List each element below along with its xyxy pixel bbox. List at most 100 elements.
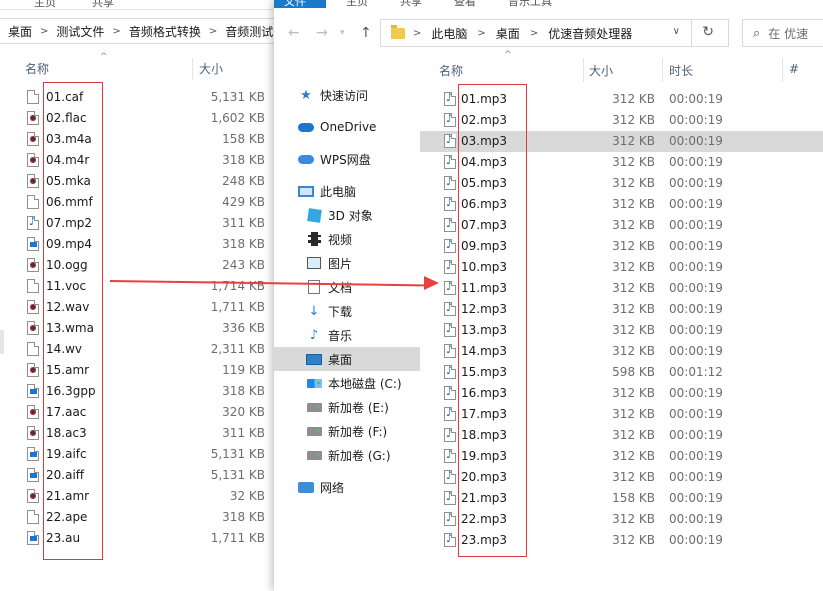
- file-name: 21.mp3: [461, 491, 508, 505]
- column-name[interactable]: 名称: [25, 60, 49, 77]
- file-row[interactable]: 18.mp3 312 KB 00:00:19: [420, 425, 823, 446]
- file-row[interactable]: 06.mp3 312 KB 00:00:19: [420, 194, 823, 215]
- file-row[interactable]: 06.mmf 429 KB: [0, 192, 290, 213]
- column-name[interactable]: 名称: [439, 62, 463, 79]
- ribbon-tab-share[interactable]: 共享: [400, 0, 422, 9]
- file-row[interactable]: 12.mp3 312 KB 00:00:19: [420, 299, 823, 320]
- file-row[interactable]: 11.mp3 312 KB 00:00:19: [420, 278, 823, 299]
- nav-item[interactable]: 新加卷 (E:): [274, 395, 420, 419]
- nav-item[interactable]: OneDrive: [274, 115, 420, 139]
- breadcrumb-test-files[interactable]: 测试文件: [56, 23, 104, 40]
- forward-arrow-icon[interactable]: →: [316, 25, 328, 41]
- nav-item[interactable]: 文档: [274, 275, 420, 299]
- file-row[interactable]: 07.mp3 312 KB 00:00:19: [420, 215, 823, 236]
- file-row[interactable]: 05.mp3 312 KB 00:00:19: [420, 173, 823, 194]
- file-row[interactable]: 17.mp3 312 KB 00:00:19: [420, 404, 823, 425]
- up-arrow-icon[interactable]: ↑: [360, 25, 372, 41]
- ribbon-tab-music-tools[interactable]: 音乐工具: [508, 0, 552, 9]
- ribbon-tab-home[interactable]: 主页: [34, 0, 56, 10]
- file-row[interactable]: 19.aifc 5,131 KB: [0, 444, 290, 465]
- file-row[interactable]: 01.mp3 312 KB 00:00:19: [420, 89, 823, 110]
- column-divider[interactable]: [583, 58, 584, 82]
- file-row[interactable]: 10.mp3 312 KB 00:00:19: [420, 257, 823, 278]
- breadcrumb-audio-convert[interactable]: 音频格式转换: [129, 23, 201, 40]
- file-row[interactable]: 04.mp3 312 KB 00:00:19: [420, 152, 823, 173]
- column-divider[interactable]: [662, 58, 663, 82]
- file-row[interactable]: 09.mp3 312 KB 00:00:19: [420, 236, 823, 257]
- ribbon-tab-file[interactable]: 文件: [284, 0, 306, 9]
- refresh-icon[interactable]: ↻: [702, 24, 714, 40]
- file-row[interactable]: 03.mp3 312 KB 00:00:19: [420, 131, 823, 152]
- chevron-down-icon[interactable]: ∨: [673, 26, 680, 37]
- search-box[interactable]: ⌕ 在 优速: [742, 19, 823, 47]
- address-output-folder[interactable]: 优速音频处理器: [548, 25, 632, 42]
- nav-item[interactable]: 新加卷 (F:): [274, 419, 420, 443]
- file-row[interactable]: 05.mka 248 KB: [0, 171, 290, 192]
- music-note-icon: [444, 490, 456, 505]
- nav-item[interactable]: ♪ 音乐: [274, 323, 420, 347]
- file-row[interactable]: 13.wma 336 KB: [0, 318, 290, 339]
- file-row[interactable]: 21.amr 32 KB: [0, 486, 290, 507]
- file-row[interactable]: 13.mp3 312 KB 00:00:19: [420, 320, 823, 341]
- file-row[interactable]: 14.mp3 312 KB 00:00:19: [420, 341, 823, 362]
- file-row[interactable]: 22.mp3 312 KB 00:00:19: [420, 509, 823, 530]
- ribbon-tab-view[interactable]: 查看: [454, 0, 476, 9]
- music-note-icon: [444, 469, 456, 484]
- nav-item[interactable]: 桌面: [274, 347, 420, 371]
- nav-item[interactable]: 此电脑: [274, 179, 420, 203]
- back-arrow-icon[interactable]: ←: [288, 25, 300, 41]
- file-row[interactable]: 07.mp2 311 KB: [0, 213, 290, 234]
- file-row[interactable]: 02.flac 1,602 KB: [0, 108, 290, 129]
- file-row[interactable]: 20.aiff 5,131 KB: [0, 465, 290, 486]
- column-size[interactable]: 大小: [589, 62, 613, 79]
- nav-item[interactable]: ★ 快速访问: [274, 83, 420, 107]
- file-row[interactable]: 15.mp3 598 KB 00:01:12: [420, 362, 823, 383]
- address-bar[interactable]: > 此电脑 > 桌面 > 优速音频处理器 ∨ ↻: [380, 19, 729, 47]
- address-this-pc[interactable]: 此电脑: [431, 25, 467, 42]
- breadcrumb-audio-test[interactable]: 音频测试: [225, 23, 273, 40]
- nav-item[interactable]: 视频: [274, 227, 420, 251]
- breadcrumb-desktop[interactable]: 桌面: [8, 23, 32, 40]
- nav-item[interactable]: 网络: [274, 475, 420, 499]
- nav-item[interactable]: 图片: [274, 251, 420, 275]
- nav-item[interactable]: 新加卷 (G:): [274, 443, 420, 467]
- file-row[interactable]: 19.mp3 312 KB 00:00:19: [420, 446, 823, 467]
- file-row[interactable]: 15.amr 119 KB: [0, 360, 290, 381]
- file-row[interactable]: 20.mp3 312 KB 00:00:19: [420, 467, 823, 488]
- file-row[interactable]: 11.voc 1,714 KB: [0, 276, 290, 297]
- file-row[interactable]: 18.ac3 311 KB: [0, 423, 290, 444]
- file-row[interactable]: 16.mp3 312 KB 00:00:19: [420, 383, 823, 404]
- ribbon-tab-home[interactable]: 主页: [346, 0, 368, 9]
- file-row[interactable]: 22.ape 318 KB: [0, 507, 290, 528]
- file-duration: 00:00:19: [669, 218, 723, 232]
- file-row[interactable]: 12.wav 1,711 KB: [0, 297, 290, 318]
- file-row[interactable]: 16.3gpp 318 KB: [0, 381, 290, 402]
- file-row[interactable]: 03.m4a 158 KB: [0, 129, 290, 150]
- column-divider[interactable]: [782, 58, 783, 82]
- nav-item-label: 新加卷 (E:): [328, 400, 389, 415]
- nav-item[interactable]: WPS网盘: [274, 147, 420, 171]
- address-desktop[interactable]: 桌面: [496, 25, 520, 42]
- file-row[interactable]: 01.caf 5,131 KB: [0, 87, 290, 108]
- column-size[interactable]: 大小: [199, 60, 223, 77]
- recent-chevron-icon[interactable]: ▾: [340, 28, 345, 38]
- column-divider[interactable]: [192, 58, 193, 80]
- file-row[interactable]: 04.m4r 318 KB: [0, 150, 290, 171]
- file-row[interactable]: 02.mp3 312 KB 00:00:19: [420, 110, 823, 131]
- file-row[interactable]: 21.mp3 158 KB 00:00:19: [420, 488, 823, 509]
- file-row[interactable]: 23.mp3 312 KB 00:00:19: [420, 530, 823, 551]
- file-row[interactable]: 17.aac 320 KB: [0, 402, 290, 423]
- file-row[interactable]: 14.wv 2,311 KB: [0, 339, 290, 360]
- file-name: 06.mp3: [461, 197, 508, 211]
- nav-item-label: 网络: [320, 480, 345, 495]
- source-breadcrumb[interactable]: 桌面 > 测试文件 > 音频格式转换 > 音频测试: [0, 18, 290, 44]
- ribbon-tab-share[interactable]: 共享: [92, 0, 114, 10]
- file-row[interactable]: 10.ogg 243 KB: [0, 255, 290, 276]
- nav-item[interactable]: ↓ 下载: [274, 299, 420, 323]
- file-row[interactable]: 09.mp4 318 KB: [0, 234, 290, 255]
- file-row[interactable]: 23.au 1,711 KB: [0, 528, 290, 549]
- column-duration[interactable]: 时长: [669, 62, 693, 79]
- nav-item[interactable]: 本地磁盘 (C:): [274, 371, 420, 395]
- column-number[interactable]: #: [789, 62, 799, 76]
- nav-item[interactable]: 3D 对象: [274, 203, 420, 227]
